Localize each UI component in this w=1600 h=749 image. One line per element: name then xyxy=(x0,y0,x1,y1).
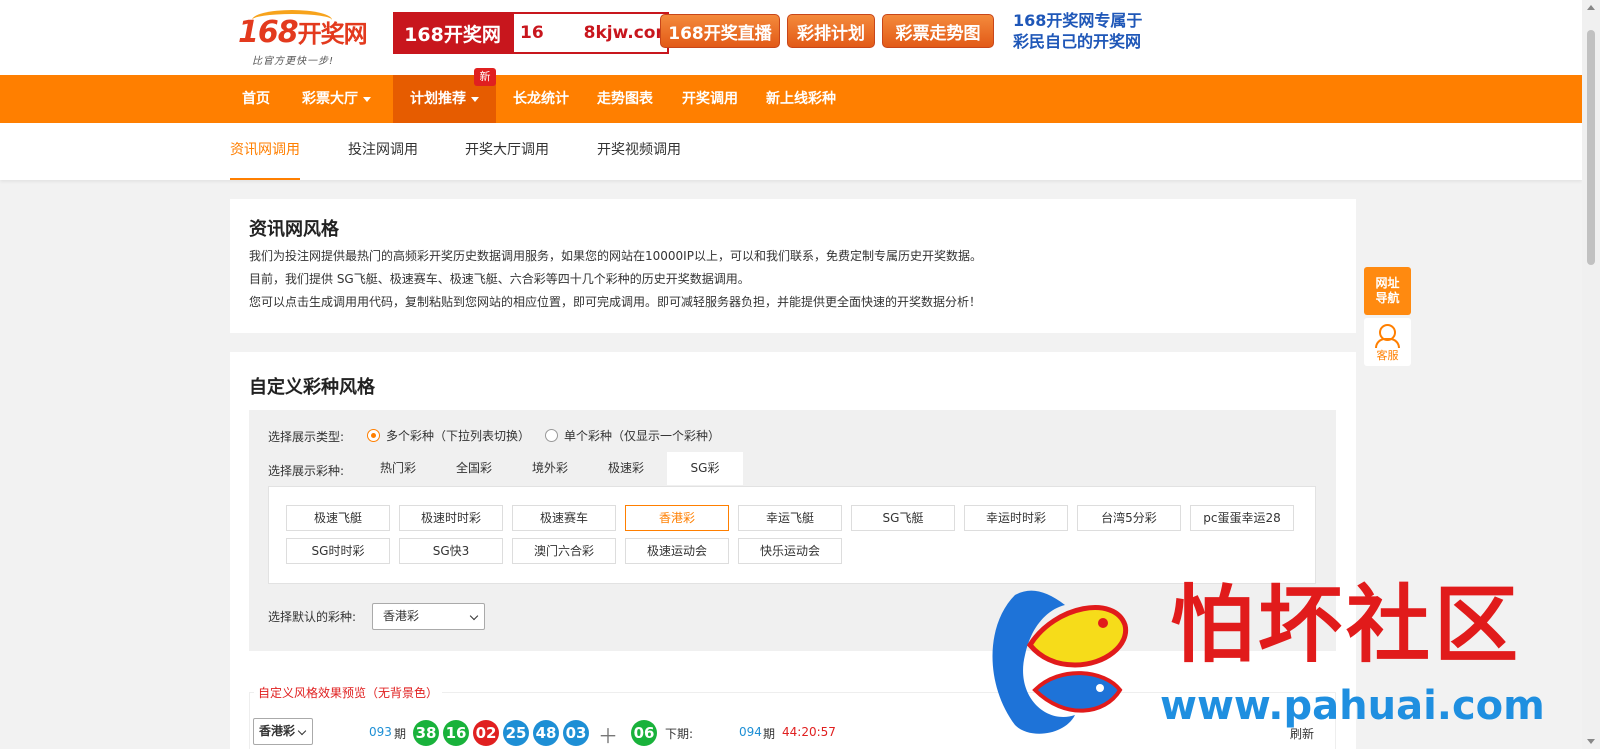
header-banner[interactable]: 168开奖网 16 8kjw.com 168开奖直播 彩排计划 彩票走势图 16… xyxy=(393,10,1153,56)
custom-title: 自定义彩种风格 xyxy=(249,377,375,398)
ball: 25 xyxy=(503,720,529,746)
side-nav-button[interactable]: 网址导航 xyxy=(1364,267,1411,315)
radio-single[interactable]: 单个彩种（仅显示一个彩种） xyxy=(545,427,720,444)
sub-nav: 资讯网调用 投注网调用 开奖大厅调用 开奖视频调用 xyxy=(0,123,1582,180)
game-button[interactable]: 幸运时时彩 xyxy=(964,505,1068,531)
next-label: 下期: xyxy=(665,727,694,741)
default-game-select[interactable]: 香港彩 xyxy=(372,603,485,630)
game-button[interactable]: 幸运飞艇 xyxy=(738,505,842,531)
banner-plan-button[interactable]: 彩排计划 xyxy=(787,14,875,48)
tab-fast[interactable]: 极速彩 xyxy=(588,452,664,485)
nav-item-trend-charts[interactable]: 走势图表 xyxy=(597,75,653,123)
tab-hot[interactable]: 热门彩 xyxy=(360,452,436,485)
next-period-unit: 期 xyxy=(763,727,776,741)
header: 168开奖网 比官方更快一步! 168开奖网 16 8kjw.com 168开奖… xyxy=(0,0,1582,75)
game-button[interactable]: 极速运动会 xyxy=(625,538,729,564)
chevron-down-icon xyxy=(471,96,479,102)
tab-overseas[interactable]: 境外彩 xyxy=(512,452,588,485)
banner-trend-button[interactable]: 彩票走势图 xyxy=(882,14,994,48)
ball: 03 xyxy=(563,720,589,746)
subnav-news-embed[interactable]: 资讯网调用 xyxy=(230,123,300,180)
subnav-hall-embed[interactable]: 开奖大厅调用 xyxy=(465,123,549,180)
main-nav: 首页 彩票大厅 计划推荐新 长龙统计 走势图表 开奖调用 新上线彩种 xyxy=(0,68,1582,123)
preview-game-select[interactable]: 香港彩 xyxy=(253,718,313,745)
preview-period-unit: 期 xyxy=(394,727,407,741)
site-logo[interactable]: 168开奖网 比官方更快一步! xyxy=(238,10,386,67)
preview-period: 093 xyxy=(369,725,392,739)
banner-domain: 16 8kjw.com xyxy=(512,12,673,54)
page-scrollbar[interactable] xyxy=(1582,0,1600,749)
intro-title: 资讯网风格 xyxy=(249,219,339,240)
tab-sg[interactable]: SG彩 xyxy=(667,452,743,485)
intro-text: 我们为投注网提供最热门的高频彩开奖历史数据调用服务，如果您的网站在10000IP… xyxy=(249,249,982,309)
chevron-down-icon xyxy=(297,726,307,736)
game-button[interactable]: pc蛋蛋幸运28 xyxy=(1190,505,1294,531)
game-button[interactable]: SG飞艇 xyxy=(851,505,955,531)
banner-note: 168开奖网专属于 彩民自己的开奖网 xyxy=(1013,11,1143,51)
game-button[interactable]: SG时时彩 xyxy=(286,538,390,564)
default-label: 选择默认的彩种: xyxy=(268,610,357,624)
game-button[interactable]: 快乐运动会 xyxy=(738,538,842,564)
radio-dot[interactable] xyxy=(545,429,558,442)
nav-item-draw-embed[interactable]: 开奖调用 xyxy=(682,75,738,123)
countdown: 44:20:57 xyxy=(782,725,836,739)
logo-slogan: 比官方更快一步! xyxy=(252,56,335,67)
subnav-betting-embed[interactable]: 投注网调用 xyxy=(348,123,418,180)
game-button[interactable]: 极速飞艇 xyxy=(286,505,390,531)
logo-text: 168开奖网 xyxy=(238,15,368,50)
game-button[interactable]: 澳门六合彩 xyxy=(512,538,616,564)
special-ball: 06 xyxy=(631,720,657,746)
watermark-url: www.pahuai.com xyxy=(1160,683,1545,729)
game-button[interactable]: SG快3 xyxy=(399,538,503,564)
plus-icon: ＋ xyxy=(598,724,618,748)
watermark-title: 怕坏社区 xyxy=(1170,576,1523,674)
banner-site-name: 168开奖网 xyxy=(393,12,512,54)
scroll-down-icon[interactable] xyxy=(1587,739,1595,744)
scroll-thumb[interactable] xyxy=(1587,30,1595,265)
intro-card: 资讯网风格 我们为投注网提供最热门的高频彩开奖历史数据调用服务，如果您的网站在1… xyxy=(230,199,1356,333)
ball: 48 xyxy=(533,720,559,746)
scroll-up-icon[interactable] xyxy=(1587,5,1595,10)
nav-item-home[interactable]: 首页 xyxy=(242,75,270,123)
watermark: 怕坏社区 www.pahuai.com xyxy=(975,575,1585,745)
radio-multi[interactable]: 多个彩种（下拉列表切换） xyxy=(367,427,530,444)
next-period: 094 xyxy=(739,725,762,739)
nav-item-lottery-hall[interactable]: 彩票大厅 xyxy=(302,75,371,123)
preview-title: 自定义风格效果预览（无背景色） xyxy=(254,684,443,701)
game-button[interactable]: 极速赛车 xyxy=(512,505,616,531)
game-button[interactable]: 极速时时彩 xyxy=(399,505,503,531)
game-button-selected[interactable]: 香港彩 xyxy=(625,505,729,531)
kind-label: 选择展示彩种: xyxy=(268,464,345,478)
fish-logo-icon xyxy=(992,590,1129,734)
radio-dot[interactable] xyxy=(367,429,380,442)
new-badge: 新 xyxy=(474,68,496,86)
chevron-down-icon xyxy=(469,611,479,621)
banner-live-button[interactable]: 168开奖直播 xyxy=(660,14,780,48)
chevron-down-icon xyxy=(363,96,371,102)
nav-item-plan[interactable]: 计划推荐新 xyxy=(393,68,496,123)
ball: 02 xyxy=(473,720,499,746)
tab-national[interactable]: 全国彩 xyxy=(436,452,512,485)
nav-item-new-lotteries[interactable]: 新上线彩种 xyxy=(766,75,836,123)
side-service-button[interactable]: 客服 xyxy=(1364,318,1411,366)
ball: 38 xyxy=(413,720,439,746)
ball: 16 xyxy=(443,720,469,746)
subnav-video-embed[interactable]: 开奖视频调用 xyxy=(597,123,681,180)
type-label: 选择展示类型: xyxy=(268,430,345,444)
nav-item-streak-stats[interactable]: 长龙统计 xyxy=(513,75,569,123)
game-button[interactable]: 台湾5分彩 xyxy=(1077,505,1181,531)
game-list: 极速飞艇 极速时时彩 极速赛车 香港彩 幸运飞艇 SG飞艇 幸运时时彩 台湾5分… xyxy=(268,486,1316,584)
